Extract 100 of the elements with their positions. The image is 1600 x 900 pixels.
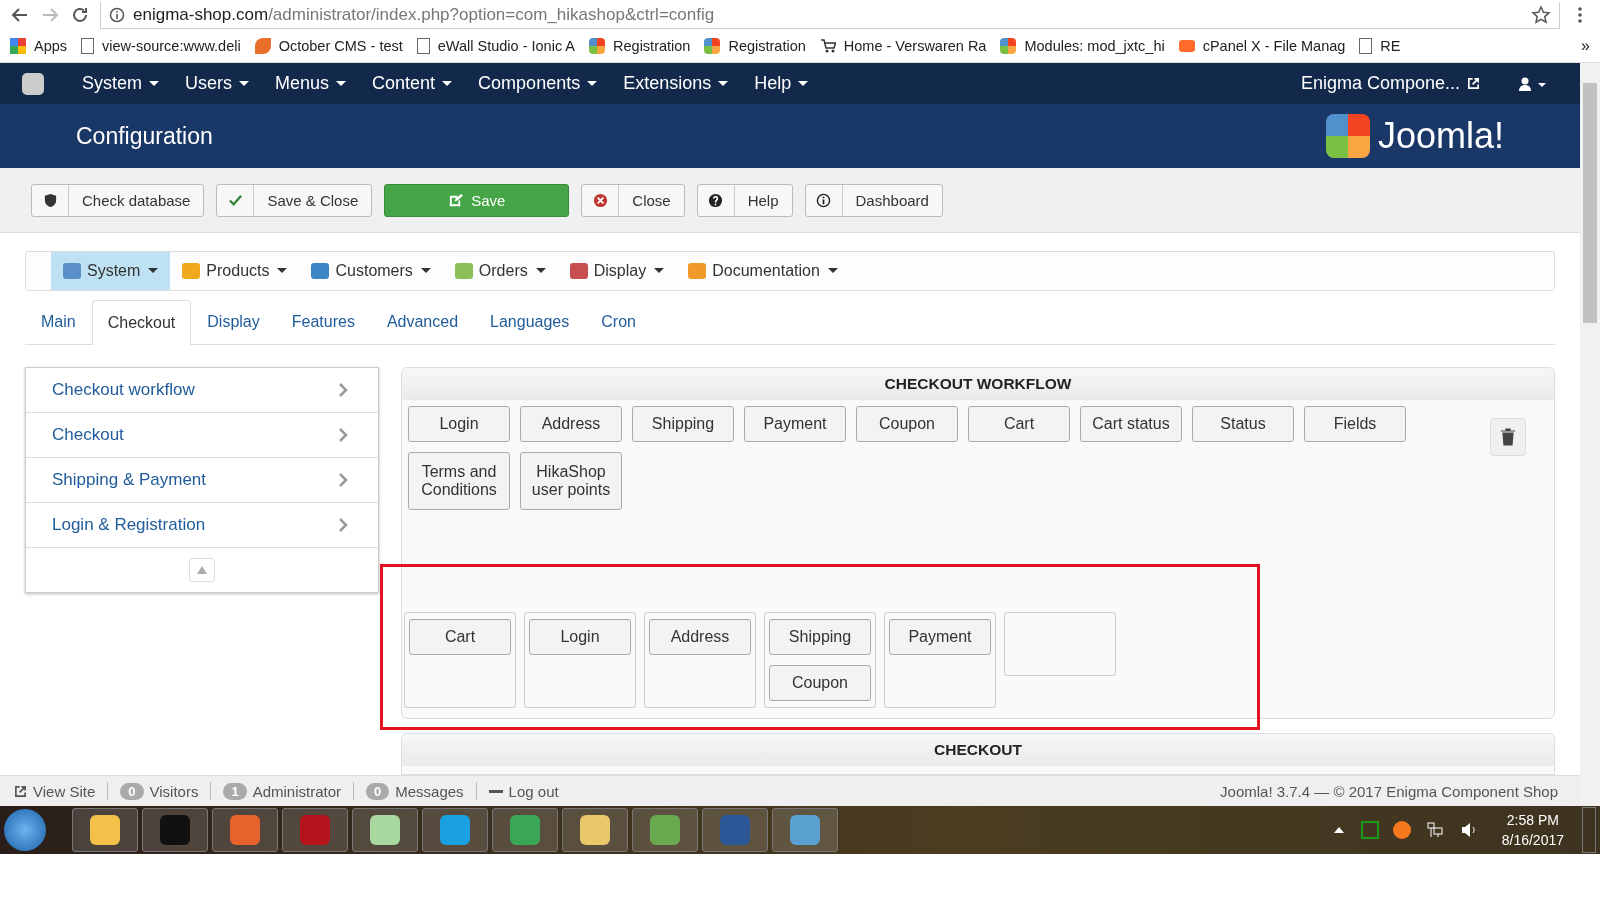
- bookmark-link[interactable]: Registration: [704, 38, 806, 54]
- address-bar[interactable]: enigma-shop.com/administrator/index.php?option=com_hikashop&ctrl=config: [100, 1, 1560, 29]
- workflow-block[interactable]: Address: [649, 619, 751, 655]
- status-link[interactable]: Administrator: [252, 782, 341, 800]
- workflow-block[interactable]: Cart: [409, 619, 511, 655]
- reload-icon[interactable]: [70, 5, 90, 25]
- tab[interactable]: Checkout: [91, 300, 192, 345]
- component-menu-item[interactable]: Products: [170, 252, 300, 290]
- component-menu-item[interactable]: Display: [557, 252, 677, 290]
- bookmark-link[interactable]: eWall Studio - Ionic A: [416, 38, 576, 54]
- tab[interactable]: Display: [191, 299, 276, 344]
- workflow-block[interactable]: Shipping: [632, 406, 734, 442]
- shield-icon: [42, 192, 58, 208]
- tray-arrow-icon[interactable]: [1333, 827, 1344, 833]
- scrollbar[interactable]: [1580, 63, 1600, 806]
- bookmark-link[interactable]: view-source:www.deli: [81, 38, 241, 54]
- site-link[interactable]: Enigma Compone...: [1288, 73, 1492, 94]
- tab[interactable]: Features: [275, 299, 371, 344]
- workflow-block[interactable]: Fields: [1304, 406, 1406, 442]
- taskbar-app-button[interactable]: [142, 808, 208, 852]
- status-link[interactable]: Visitors: [149, 782, 199, 800]
- network-icon[interactable]: [1425, 821, 1444, 839]
- workflow-block[interactable]: Status: [1192, 406, 1294, 442]
- page-title: Configuration: [76, 122, 213, 150]
- trash-button[interactable]: [1490, 418, 1526, 456]
- bookmark-link[interactable]: Home - Verswaren Ra: [819, 38, 987, 54]
- external-link-icon: [14, 784, 27, 798]
- workflow-block[interactable]: Address: [520, 406, 622, 442]
- bookmark-link[interactable]: RE: [1359, 38, 1401, 54]
- taskbar-app-button[interactable]: [632, 808, 698, 852]
- more-bookmarks-icon[interactable]: »: [1581, 37, 1590, 55]
- view-site-link[interactable]: View Site: [14, 782, 96, 800]
- component-menu-item[interactable]: Orders: [442, 252, 558, 290]
- menu-item[interactable]: Content: [360, 73, 465, 94]
- side-nav-item[interactable]: Checkout workflow: [26, 368, 378, 413]
- side-nav-item[interactable]: Checkout: [26, 413, 378, 458]
- menu-item[interactable]: Users: [173, 73, 262, 94]
- component-menu-item[interactable]: Customers: [299, 252, 443, 290]
- toolbar-button[interactable]: Dashboard: [804, 183, 943, 217]
- toolbar-button[interactable]: Close: [581, 183, 685, 217]
- toolbar-button[interactable]: Save & Close: [216, 183, 373, 217]
- trash-icon: [1500, 428, 1516, 446]
- checkmark-icon: [227, 192, 243, 208]
- bookmark-link[interactable]: Modules: mod_jxtc_hi: [1000, 38, 1165, 54]
- taskbar-app-button[interactable]: [492, 808, 558, 852]
- component-menu-item[interactable]: Documentation: [676, 252, 850, 290]
- tab[interactable]: Cron: [585, 299, 652, 344]
- volume-icon[interactable]: [1459, 821, 1478, 839]
- workflow-block[interactable]: Cart status: [1080, 406, 1182, 442]
- status-link[interactable]: Messages: [395, 782, 464, 800]
- info-icon: [816, 192, 831, 208]
- close-icon: [592, 192, 608, 208]
- panel-title: CHECKOUT WORKFLOW: [402, 368, 1554, 400]
- page-icon: [1359, 38, 1373, 54]
- leaf-icon: [254, 38, 271, 54]
- workflow-block[interactable]: Cart: [968, 406, 1070, 442]
- taskbar-app-button[interactable]: [352, 808, 418, 852]
- side-nav-item[interactable]: Login & Registration: [26, 503, 378, 548]
- chevron-right-icon: [338, 427, 348, 443]
- taskbar-app-button[interactable]: [562, 808, 628, 852]
- toolbar-button[interactable]: Help: [696, 183, 793, 217]
- show-desktop-button[interactable]: [1582, 807, 1596, 853]
- bookmark-star-icon[interactable]: [1531, 4, 1551, 25]
- toolbar-button[interactable]: Check database: [31, 183, 205, 217]
- taskbar-app-button[interactable]: [212, 808, 278, 852]
- workflow-block[interactable]: Payment: [744, 406, 846, 442]
- menu-item[interactable]: Help: [742, 73, 821, 94]
- menu-item[interactable]: System: [70, 73, 171, 94]
- logout-link[interactable]: Log out: [488, 782, 559, 800]
- workflow-block[interactable]: Coupon: [856, 406, 958, 442]
- workflow-block[interactable]: Terms and Conditions: [408, 452, 510, 510]
- panel-title: CHECKOUT: [402, 734, 1554, 766]
- workflow-block[interactable]: Login: [408, 406, 510, 442]
- tab[interactable]: Advanced: [370, 299, 475, 344]
- taskbar-app-button[interactable]: [772, 808, 838, 852]
- workflow-block[interactable]: Payment: [889, 619, 991, 655]
- tray-app-icon[interactable]: [1360, 821, 1379, 839]
- taskbar-app-button[interactable]: [422, 808, 488, 852]
- workflow-block[interactable]: Login: [529, 619, 631, 655]
- bookmark-link[interactable]: Apps: [10, 38, 68, 54]
- user-menu-icon[interactable]: [1518, 75, 1548, 92]
- clock[interactable]: 2:58 PM 8/16/2017: [1501, 812, 1564, 848]
- bookmark-link[interactable]: Registration: [589, 38, 691, 54]
- page-icon: [416, 38, 430, 54]
- side-nav-item[interactable]: Shipping & Payment: [26, 458, 378, 503]
- bookmark-link[interactable]: cPanel X - File Manag: [1178, 38, 1346, 54]
- workflow-block[interactable]: Shipping: [769, 619, 871, 655]
- start-button[interactable]: [4, 809, 46, 851]
- tab[interactable]: Languages: [474, 299, 586, 344]
- info-icon[interactable]: [109, 6, 125, 23]
- tab[interactable]: Main: [25, 299, 92, 344]
- menu-item[interactable]: Menus: [263, 73, 359, 94]
- bookmark-link[interactable]: October CMS - test: [254, 38, 403, 54]
- workflow-block[interactable]: HikaShop user points: [520, 452, 622, 510]
- menu-item[interactable]: Components: [466, 73, 610, 94]
- component-menu-item[interactable]: System: [51, 252, 171, 290]
- workflow-block[interactable]: Coupon: [769, 665, 871, 701]
- taskbar-app-button[interactable]: [72, 808, 138, 852]
- menu-item[interactable]: Extensions: [611, 73, 741, 94]
- tray-app-icon[interactable]: [1392, 821, 1411, 839]
